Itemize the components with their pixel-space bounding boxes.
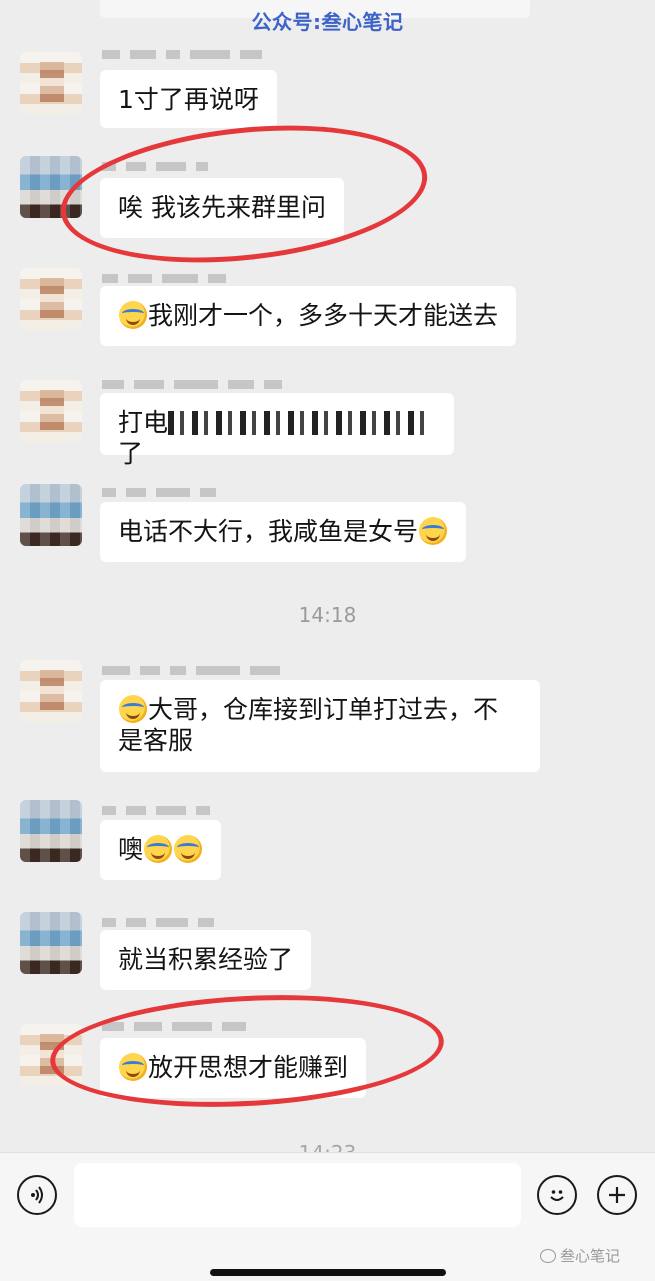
avatar[interactable] — [20, 912, 82, 974]
avatar[interactable] — [20, 52, 82, 114]
avatar[interactable] — [20, 800, 82, 862]
avatar[interactable] — [20, 484, 82, 546]
nickname-blurred — [102, 912, 342, 927]
message-text: 放开思想才能赚到 — [148, 1053, 349, 1082]
avatar[interactable] — [20, 1024, 82, 1086]
avatar[interactable] — [20, 156, 82, 218]
face-with-tears-of-joy-icon — [119, 695, 147, 723]
face-with-tears-of-joy-icon — [144, 835, 173, 863]
watermark-bottom: 叁心笔记 — [540, 1245, 620, 1266]
message-text: 就当积累经验了 — [118, 945, 294, 974]
voice-icon[interactable] — [17, 1175, 57, 1215]
message-text: 我刚才一个，多多十天才能送去 — [148, 301, 499, 330]
message-bubble[interactable]: 唉 我该先来群里问 — [100, 178, 344, 238]
nickname-blurred — [102, 374, 342, 389]
avatar[interactable] — [20, 660, 82, 722]
message-text: 电话不大行，我咸鱼是女号 — [118, 517, 419, 546]
message-text-start: 打电 — [118, 408, 169, 437]
watermark-top: 公众号:叁心笔记 — [251, 10, 404, 34]
face-with-tears-of-joy-icon — [174, 835, 203, 863]
message-text: 噢 — [118, 835, 144, 864]
message-bubble[interactable]: 放开思想才能赚到 — [100, 1038, 367, 1098]
chat-input-bar: 叁心笔记 — [0, 1152, 655, 1281]
nickname-blurred — [102, 1016, 342, 1031]
message-bubble[interactable]: 1寸了再说呀 — [100, 70, 277, 128]
message-text-line1: 大哥，仓库接到订单打过去，不 — [148, 695, 499, 724]
message-input[interactable] — [74, 1163, 521, 1227]
message-text-end: 了 — [118, 439, 144, 468]
message-bubble[interactable]: 大哥，仓库接到订单打过去，不 是客服 — [100, 680, 540, 772]
nickname-blurred — [102, 482, 342, 497]
message-text-line2: 是客服 — [118, 726, 194, 755]
message-bubble[interactable]: 就当积累经验了 — [100, 930, 312, 990]
timestamp: 14:18 — [298, 603, 357, 627]
nickname-blurred — [102, 800, 342, 815]
message-bubble[interactable]: 噢 — [100, 820, 222, 880]
face-with-tears-of-joy-icon — [419, 517, 448, 545]
wechat-icon — [540, 1249, 556, 1263]
nickname-blurred — [102, 44, 342, 59]
face-with-tears-of-joy-icon — [119, 1053, 147, 1081]
plus-icon[interactable] — [597, 1175, 637, 1215]
avatar[interactable] — [20, 268, 82, 330]
message-bubble[interactable]: 我刚才一个，多多十天才能送去 — [100, 286, 517, 346]
avatar[interactable] — [20, 380, 82, 442]
timestamp-partial: 14:23 — [0, 1138, 655, 1152]
message-bubble[interactable]: 打电了 — [100, 393, 454, 468]
nickname-blurred — [102, 660, 342, 675]
home-indicator[interactable] — [210, 1269, 446, 1276]
message-text: 1寸了再说呀 — [118, 85, 259, 114]
message-bubble[interactable]: 电话不大行，我咸鱼是女号 — [100, 502, 467, 562]
redacted-text — [168, 411, 429, 435]
emoji-face-icon[interactable] — [537, 1175, 577, 1215]
message-text: 唉 我该先来群里问 — [118, 193, 326, 222]
nickname-blurred — [102, 268, 342, 283]
face-with-tears-of-joy-icon — [119, 301, 147, 329]
nickname-blurred — [102, 156, 342, 171]
watermark-bottom-text: 叁心笔记 — [560, 1247, 621, 1265]
